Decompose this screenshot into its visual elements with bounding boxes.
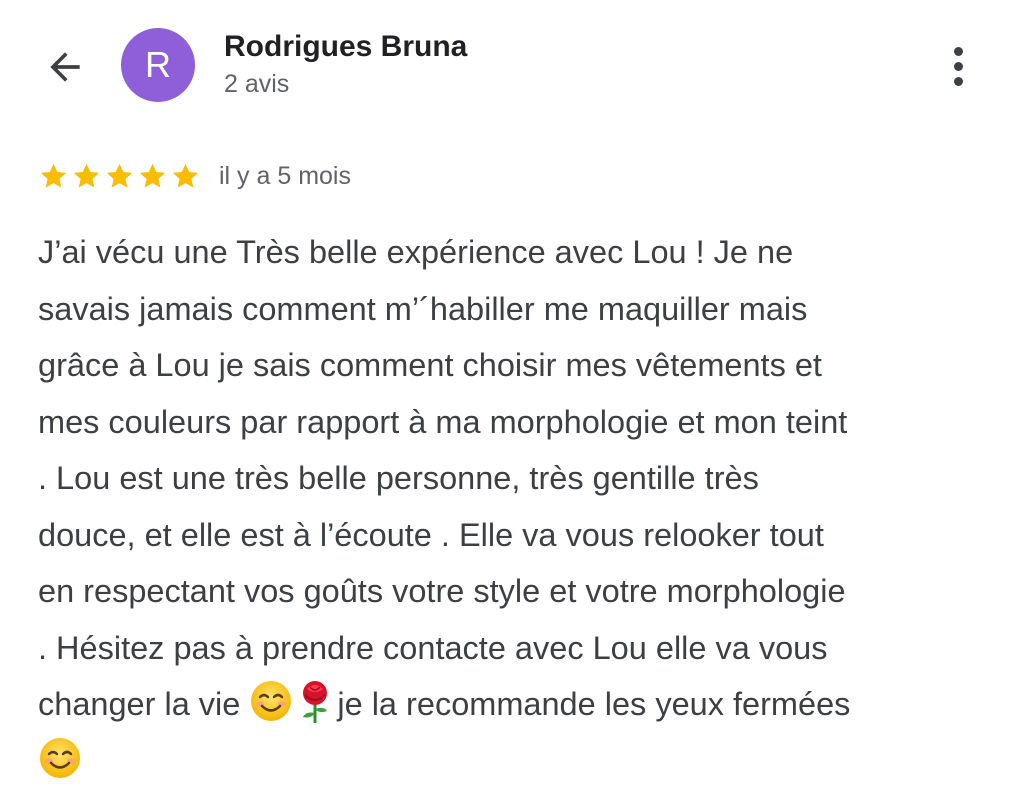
review-line: je la recommande les yeux fermées bbox=[337, 686, 851, 722]
more-vert-icon-dot bbox=[953, 76, 963, 86]
star-icon bbox=[139, 163, 166, 188]
review-count: 2 avis bbox=[224, 70, 290, 98]
star-icon bbox=[73, 163, 100, 188]
review-line: mes couleurs par rapport à ma morphologi… bbox=[38, 403, 848, 440]
review-line: J’ai vécu une Très belle expérience avec… bbox=[38, 234, 794, 270]
rose-icon bbox=[303, 681, 328, 723]
review-line: . Lou est une très belle personne, très … bbox=[38, 460, 759, 496]
avatar[interactable]: R bbox=[121, 28, 195, 102]
reviewer-name[interactable]: Rodrigues Bruna bbox=[224, 30, 467, 64]
star-icon bbox=[106, 163, 133, 188]
smiling-face-icon bbox=[40, 737, 80, 778]
star-icon bbox=[172, 163, 199, 188]
review-line: grâce à Lou je sais comment choisir mes … bbox=[38, 347, 822, 383]
more-options-button[interactable] bbox=[934, 40, 982, 92]
review-time: il y a 5 mois bbox=[219, 161, 351, 190]
review-line: en respectant vos goûts votre style et v… bbox=[38, 573, 846, 609]
star-icon bbox=[40, 163, 67, 188]
smiling-face-icon bbox=[251, 681, 292, 721]
review-header: R Rodrigues Bruna 2 avis bbox=[0, 0, 1024, 120]
review-text: J’ai vécu une Très belle expérience avec… bbox=[38, 224, 988, 789]
more-vert-icon-dot bbox=[953, 61, 963, 71]
more-vert-icon bbox=[953, 46, 963, 56]
back-button[interactable] bbox=[40, 42, 90, 92]
review-line: savais jamais comment m’´habiller me maq… bbox=[38, 290, 808, 327]
review-line: . Hésitez pas à prendre contacte avec Lo… bbox=[38, 629, 828, 666]
arrow-left-icon bbox=[50, 52, 80, 82]
review-line: douce, et elle est à l’écoute . Elle va … bbox=[38, 516, 824, 553]
rating-row: il y a 5 mois bbox=[38, 158, 351, 194]
avatar-initial: R bbox=[145, 44, 171, 85]
star-rating bbox=[38, 161, 201, 192]
review-line: changer la vie bbox=[38, 686, 250, 722]
